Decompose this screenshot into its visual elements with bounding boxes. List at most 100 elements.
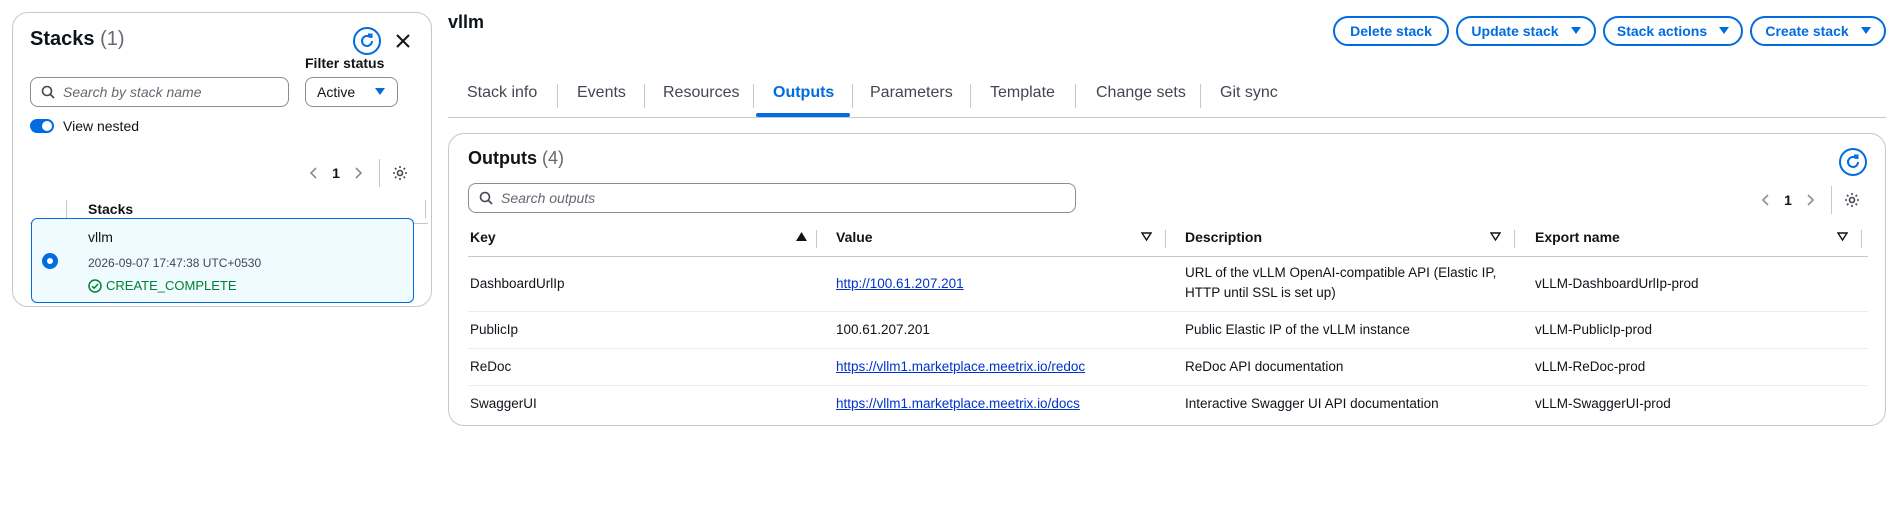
create-stack-label: Create stack	[1765, 23, 1849, 39]
delete-stack-button[interactable]: Delete stack	[1333, 16, 1449, 46]
column-divider	[816, 230, 817, 248]
column-header-export-name[interactable]: Export name	[1535, 229, 1620, 245]
current-page[interactable]: 1	[323, 165, 349, 181]
column-header-key[interactable]: Key	[470, 229, 496, 245]
column-divider	[66, 200, 67, 218]
search-icon	[479, 191, 493, 205]
outputs-title: Outputs (4)	[468, 148, 564, 169]
output-description: Interactive Swagger UI API documentation	[1185, 396, 1439, 411]
pagination-divider	[1831, 186, 1832, 214]
view-nested-label: View nested	[63, 118, 140, 134]
delete-stack-label: Delete stack	[1350, 23, 1432, 39]
stacks-panel: Stacks (1) Filter status Search by stack…	[12, 12, 432, 307]
check-circle-icon	[88, 278, 102, 293]
close-panel-button[interactable]	[391, 29, 415, 53]
outputs-table-header: Key Value Description Export name	[468, 220, 1868, 257]
stack-search-input[interactable]: Search by stack name	[30, 77, 289, 107]
outputs-pagination: 1	[1755, 186, 1862, 214]
next-page-button[interactable]	[1801, 190, 1821, 210]
table-row: ReDoc https://vllm1.marketplace.meetrix.…	[468, 349, 1868, 386]
stack-list-item[interactable]: vllm 2026-09-07 17:47:38 UTC+0530 CREATE…	[31, 218, 414, 303]
stack-tabs: Stack info Events Resources Outputs Para…	[448, 80, 1886, 118]
column-divider	[1861, 230, 1862, 248]
stacks-title-text: Stacks	[30, 28, 95, 50]
output-value-link[interactable]: https://vllm1.marketplace.meetrix.io/red…	[836, 357, 1085, 377]
tab-resources[interactable]: Resources	[663, 84, 739, 102]
output-key: SwaggerUI	[470, 396, 537, 411]
outputs-container: Outputs (4) Search outputs 1 Key Value D…	[448, 133, 1886, 426]
tab-template[interactable]: Template	[990, 84, 1055, 102]
output-value-link[interactable]: https://vllm1.marketplace.meetrix.io/doc…	[836, 394, 1080, 414]
output-key: DashboardUrlIp	[470, 276, 565, 291]
next-page-button[interactable]	[349, 163, 369, 183]
previous-page-button[interactable]	[303, 163, 323, 183]
search-placeholder: Search by stack name	[63, 84, 202, 100]
tab-change-sets[interactable]: Change sets	[1096, 84, 1186, 102]
close-icon	[396, 34, 410, 48]
column-divider	[425, 200, 426, 218]
previous-page-button[interactable]	[1755, 190, 1775, 210]
tab-divider	[1200, 84, 1201, 108]
output-export-name: vLLM-DashboardUrlIp-prod	[1535, 276, 1699, 291]
gear-icon	[393, 166, 407, 180]
refresh-stacks-button[interactable]	[353, 27, 381, 55]
refresh-outputs-button[interactable]	[1839, 148, 1867, 176]
chevron-left-icon	[1761, 194, 1769, 206]
tab-divider	[970, 84, 971, 108]
tab-divider	[644, 84, 645, 108]
tab-divider	[753, 84, 754, 108]
output-value-link[interactable]: http://100.61.207.201	[836, 274, 964, 294]
column-divider	[1514, 230, 1515, 248]
sort-ascending-icon[interactable]	[796, 232, 807, 241]
filter-status-select[interactable]: Active	[305, 77, 398, 107]
filter-status-label: Filter status	[305, 55, 385, 71]
output-value: 100.61.207.201	[836, 322, 930, 337]
tab-git-sync[interactable]: Git sync	[1220, 84, 1278, 102]
stack-radio-selected[interactable]	[42, 253, 58, 269]
output-export-name: vLLM-PublicIp-prod	[1535, 322, 1653, 337]
stacks-panel-title: Stacks (1)	[30, 28, 125, 51]
tab-divider	[557, 84, 558, 108]
caret-down-icon	[1719, 27, 1730, 34]
current-page[interactable]: 1	[1775, 192, 1801, 208]
stacks-pagination: 1	[303, 159, 410, 187]
sort-icon[interactable]	[1837, 232, 1848, 241]
view-nested-toggle[interactable]	[30, 119, 54, 133]
tab-outputs[interactable]: Outputs	[773, 84, 834, 102]
view-nested-toggle-row: View nested	[30, 118, 139, 134]
outputs-count: (4)	[542, 148, 565, 168]
tab-stack-info[interactable]: Stack info	[467, 84, 537, 102]
stack-actions-button[interactable]: Stack actions	[1603, 16, 1743, 46]
search-placeholder: Search outputs	[501, 190, 596, 206]
tab-divider	[1075, 84, 1076, 108]
sort-icon[interactable]	[1490, 232, 1501, 241]
output-description: ReDoc API documentation	[1185, 359, 1344, 374]
create-stack-button[interactable]: Create stack	[1750, 16, 1886, 46]
column-header-value[interactable]: Value	[836, 229, 873, 245]
update-stack-button[interactable]: Update stack	[1456, 16, 1596, 46]
stacks-count: (1)	[100, 28, 125, 50]
page-title: vllm	[448, 12, 485, 32]
preferences-button[interactable]	[390, 163, 410, 183]
stack-name: vllm	[88, 229, 113, 245]
output-export-name: vLLM-ReDoc-prod	[1535, 359, 1646, 374]
caret-down-icon	[1570, 27, 1581, 34]
sort-icon[interactable]	[1141, 232, 1152, 241]
chevron-right-icon	[1807, 194, 1815, 206]
tab-parameters[interactable]: Parameters	[870, 84, 953, 102]
table-row: PublicIp 100.61.207.201 Public Elastic I…	[468, 312, 1868, 349]
tab-divider	[852, 84, 853, 108]
caret-down-icon	[1860, 27, 1871, 34]
tab-events[interactable]: Events	[577, 84, 626, 102]
output-key: PublicIp	[470, 322, 519, 337]
chevron-left-icon	[309, 167, 317, 179]
filter-status-value: Active	[317, 84, 356, 100]
column-header-description[interactable]: Description	[1185, 229, 1262, 245]
table-row: DashboardUrlIp http://100.61.207.201 URL…	[468, 257, 1868, 312]
refresh-icon	[361, 33, 373, 47]
gear-icon	[1845, 193, 1859, 207]
outputs-title-text: Outputs	[468, 148, 537, 168]
outputs-search-input[interactable]: Search outputs	[468, 183, 1076, 213]
preferences-button[interactable]	[1842, 190, 1862, 210]
stack-status-text: CREATE_COMPLETE	[106, 278, 237, 293]
